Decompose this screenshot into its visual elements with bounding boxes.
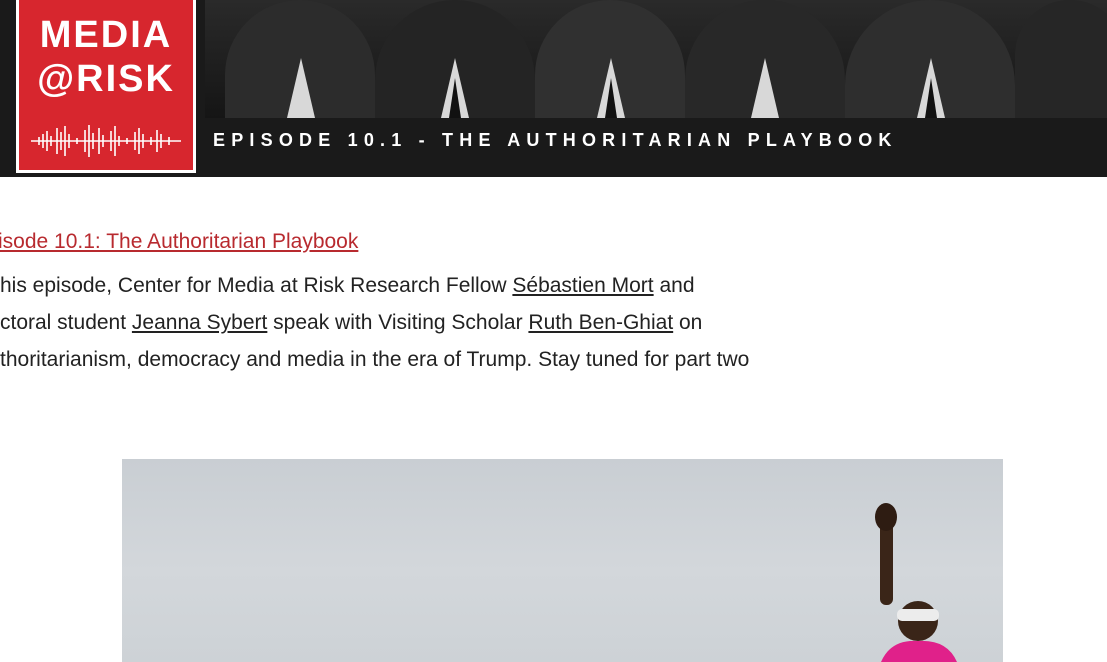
protest-photo (122, 459, 1003, 662)
logo-text-at-risk: @RISK (37, 58, 175, 100)
audio-waveform-icon (31, 125, 181, 157)
description-line-2: ctoral student Jeanna Sybert speak with … (0, 311, 1107, 335)
jeanna-sybert-link[interactable]: Jeanna Sybert (132, 311, 267, 334)
raised-fist-protester (875, 503, 957, 662)
description-line-1: his episode, Center for Media at Risk Re… (0, 274, 1107, 298)
media-at-risk-logo: MEDIA @RISK (16, 0, 196, 173)
sebastien-mort-link[interactable]: Sébastien Mort (512, 274, 653, 297)
description-text: and (653, 274, 695, 297)
description-line-3: thoritarianism, democracy and media in t… (0, 348, 750, 371)
banner-photo-politicians (205, 0, 1107, 118)
episode-banner: MEDIA @RISK EPISODE 10.1 - THE AUTHORITA… (0, 0, 1107, 177)
description-text: ctoral student (0, 311, 132, 334)
ruth-ben-ghiat-link[interactable]: Ruth Ben-Ghiat (528, 311, 673, 334)
description-text: on (673, 311, 703, 334)
episode-caption: EPISODE 10.1 - THE AUTHORITARIAN PLAYBOO… (213, 130, 898, 150)
description-text: speak with Visiting Scholar (267, 311, 529, 334)
description-text: his episode, Center for Media at Risk Re… (0, 274, 513, 297)
logo-text-media: MEDIA (39, 14, 173, 56)
episode-title-link[interactable]: isode 10.1: The Authoritarian Playbook (0, 230, 358, 254)
